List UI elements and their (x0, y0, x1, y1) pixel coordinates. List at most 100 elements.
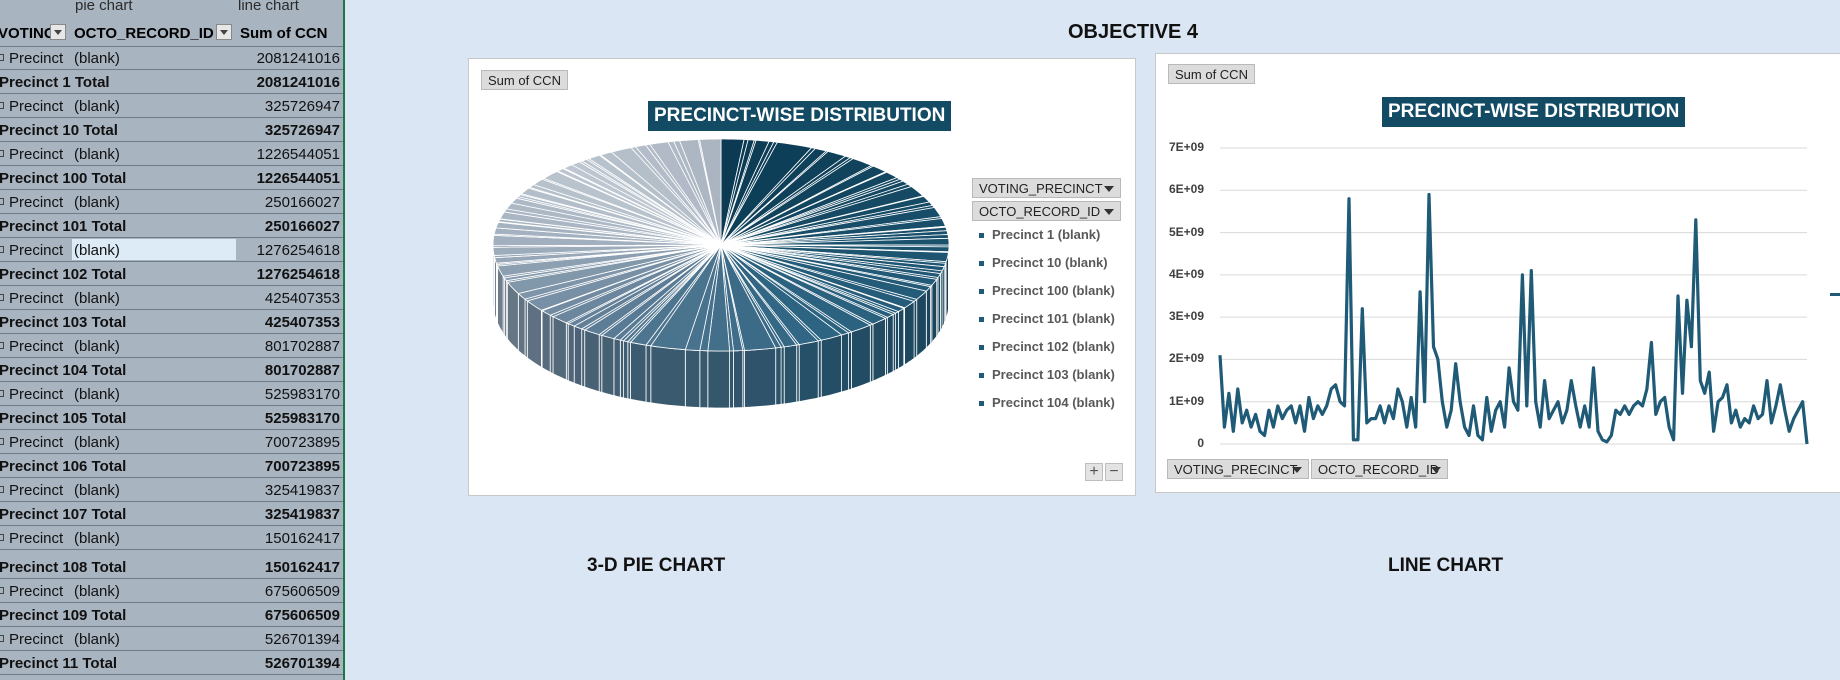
collapse-toggle-icon[interactable] (0, 150, 4, 157)
row-value: 425407353 (264, 290, 340, 307)
pivot-detail-row[interactable]: Precinct (blank) 801702887 (0, 334, 343, 358)
legend-item[interactable]: Precinct 100 (blank) (979, 283, 1115, 298)
pivot-detail-row[interactable]: Precinct (blank) 150162417 (0, 526, 343, 550)
legend-item[interactable]: Precinct 102 (blank) (979, 339, 1115, 354)
row-label: Precinct 11 Total (0, 654, 118, 672)
row-value: 675606509 (264, 606, 340, 624)
row-label: Precinct 101 Total (0, 218, 127, 235)
pivot-detail-row[interactable]: Precinct (blank) 1226544051 (0, 142, 343, 166)
pivot-total-row[interactable]: Precinct 10 Total 325726947 (0, 118, 343, 142)
pie-slice-side (573, 325, 583, 387)
row-label: Precinct 107 Total (0, 506, 127, 523)
collapse-toggle-icon[interactable] (0, 54, 4, 61)
pivot-total-row[interactable]: Precinct 107 Total 325419837 (0, 502, 343, 526)
row-value: 700723895 (264, 434, 340, 451)
pie-slice-side (775, 346, 782, 406)
y-tick-label: 6E+09 (1168, 182, 1204, 197)
pie-slice-side (851, 324, 871, 390)
pivot-total-row[interactable]: Precinct 105 Total 525983170 (0, 406, 343, 430)
legend-item[interactable]: Precinct 10 (blank) (979, 255, 1108, 270)
row-value: 1276254618 (256, 266, 340, 283)
legend-field-octo-record-id[interactable]: OCTO_RECORD_ID (972, 201, 1121, 221)
collapse-toggle-icon[interactable] (0, 438, 4, 445)
pivot-detail-row[interactable]: Precinct (blank) 250166027 (0, 190, 343, 214)
pie-slice-side (630, 341, 647, 403)
pivot-detail-row[interactable]: Precinct (blank) 325726947 (0, 94, 343, 118)
octo-sort-filter-dropdown[interactable] (216, 24, 232, 40)
pie-slice-side (552, 316, 567, 381)
axis-field-voting-precinct[interactable]: VOTING_PRECINCT (1167, 459, 1309, 479)
pivot-total-row[interactable]: Precinct 108 Total 150162417 (0, 555, 343, 579)
collapse-toggle-icon[interactable] (0, 102, 4, 109)
pivot-detail-row[interactable]: Precinct (blank) 675606509 (0, 579, 343, 603)
pivot-total-row[interactable]: Precinct 104 Total 801702887 (0, 358, 343, 382)
legend-swatch-icon (979, 373, 984, 379)
axis-field-octo-record-id[interactable]: OCTO_RECORD_ID (1311, 459, 1448, 479)
legend-label: Precinct 1 (blank) (992, 227, 1101, 242)
collapse-toggle-icon[interactable] (0, 342, 4, 349)
pivot-total-row[interactable]: Precinct 11 Total 526701394 (0, 651, 343, 675)
voting-precinct-header: VOTING (0, 25, 56, 42)
legend-swatch-icon (979, 345, 984, 351)
legend-item[interactable]: Precinct 1 (blank) (979, 227, 1100, 242)
pie-slice-side (931, 278, 938, 344)
pivot-detail-row[interactable]: Precinct (blank) 425407353 (0, 286, 343, 310)
voting-filter-dropdown[interactable] (50, 24, 66, 40)
collapse-toggle-icon[interactable] (0, 586, 4, 594)
row-label: Precinct 103 Total (0, 314, 127, 331)
line-series[interactable] (1218, 192, 1809, 445)
pie-chart-svg (492, 138, 950, 409)
y-tick-label: 0 (1197, 436, 1204, 450)
pivot-total-row[interactable]: Precinct 109 Total 675606509 (0, 603, 343, 627)
pivot-detail-row[interactable]: Precinct (blank) 525983170 (0, 382, 343, 406)
pivot-total-row[interactable]: Precinct 101 Total 250166027 (0, 214, 343, 238)
row-value: 2081241016 (256, 74, 340, 91)
pie-slice-side (895, 311, 899, 371)
pie-slice-side (684, 349, 701, 408)
legend-item[interactable]: Precinct 103 (blank) (979, 367, 1115, 382)
collapse-toggle-icon[interactable] (0, 534, 4, 541)
collapse-toggle-icon[interactable] (0, 294, 4, 301)
row-value: 1276254618 (256, 242, 340, 259)
collapse-toggle-icon[interactable] (0, 390, 4, 397)
offscreen-series-marker (1830, 293, 1840, 296)
pie-slice-side (650, 345, 686, 408)
pivot-detail-row[interactable]: Precinct (blank) 700723895 (0, 430, 343, 454)
row-value: 675606509 (264, 582, 340, 600)
pie-chart-panel[interactable]: Sum of CCN PRECINCT-WISE DISTRIBUTION VO… (468, 58, 1136, 496)
pie-slice-side (517, 292, 526, 357)
collapse-toggle-icon[interactable] (0, 246, 4, 253)
collapse-field-button[interactable]: − (1105, 463, 1123, 481)
pivot-total-row[interactable]: Precinct 103 Total 425407353 (0, 310, 343, 334)
pivot-detail-row[interactable]: Precinct (blank) 1276254618 (0, 238, 343, 262)
line-chart-panel[interactable]: Sum of CCN PRECINCT-WISE DISTRIBUTION VO… (1155, 53, 1840, 493)
expand-field-button[interactable]: + (1085, 463, 1103, 481)
line-chart-col-label: line chart (238, 0, 299, 14)
row-label: Precinct 102 Total (0, 266, 127, 283)
pie-slice-side (744, 347, 777, 408)
legend-item[interactable]: Precinct 101 (blank) (979, 311, 1115, 326)
pivot-total-row[interactable]: Precinct 106 Total 700723895 (0, 454, 343, 478)
legend-item[interactable]: Precinct 104 (blank) (979, 395, 1115, 410)
pivot-total-row[interactable]: Precinct 102 Total 1276254618 (0, 262, 343, 286)
pie-slice-side (549, 314, 554, 375)
pivot-total-row[interactable]: Precinct 1 Total 2081241016 (0, 70, 343, 94)
pie-slice-side (904, 300, 915, 366)
pivot-detail-row[interactable]: Precinct (blank) 2081241016 (0, 46, 343, 70)
row-label: Precinct 105 Total (0, 410, 127, 427)
legend-label: Precinct 103 (blank) (992, 367, 1115, 382)
legend-swatch-icon (979, 401, 984, 407)
legend-swatch-icon (979, 289, 984, 295)
legend-field-voting-precinct[interactable]: VOTING_PRECINCT (972, 178, 1121, 198)
collapse-toggle-icon[interactable] (0, 486, 4, 493)
row-label: Precinct (9, 290, 64, 307)
row-sublabel: (blank) (74, 630, 120, 648)
y-tick-label: 3E+09 (1168, 309, 1204, 324)
pivot-detail-row[interactable]: Precinct (blank) 526701394 (0, 627, 343, 651)
line-chart-caption: LINE CHART (1388, 555, 1504, 576)
pivot-detail-row[interactable]: Precinct (blank) 325419837 (0, 478, 343, 502)
y-tick-label: 4E+09 (1168, 266, 1204, 281)
collapse-toggle-icon[interactable] (0, 634, 4, 642)
pivot-total-row[interactable]: Precinct 100 Total 1226544051 (0, 166, 343, 190)
collapse-toggle-icon[interactable] (0, 198, 4, 205)
